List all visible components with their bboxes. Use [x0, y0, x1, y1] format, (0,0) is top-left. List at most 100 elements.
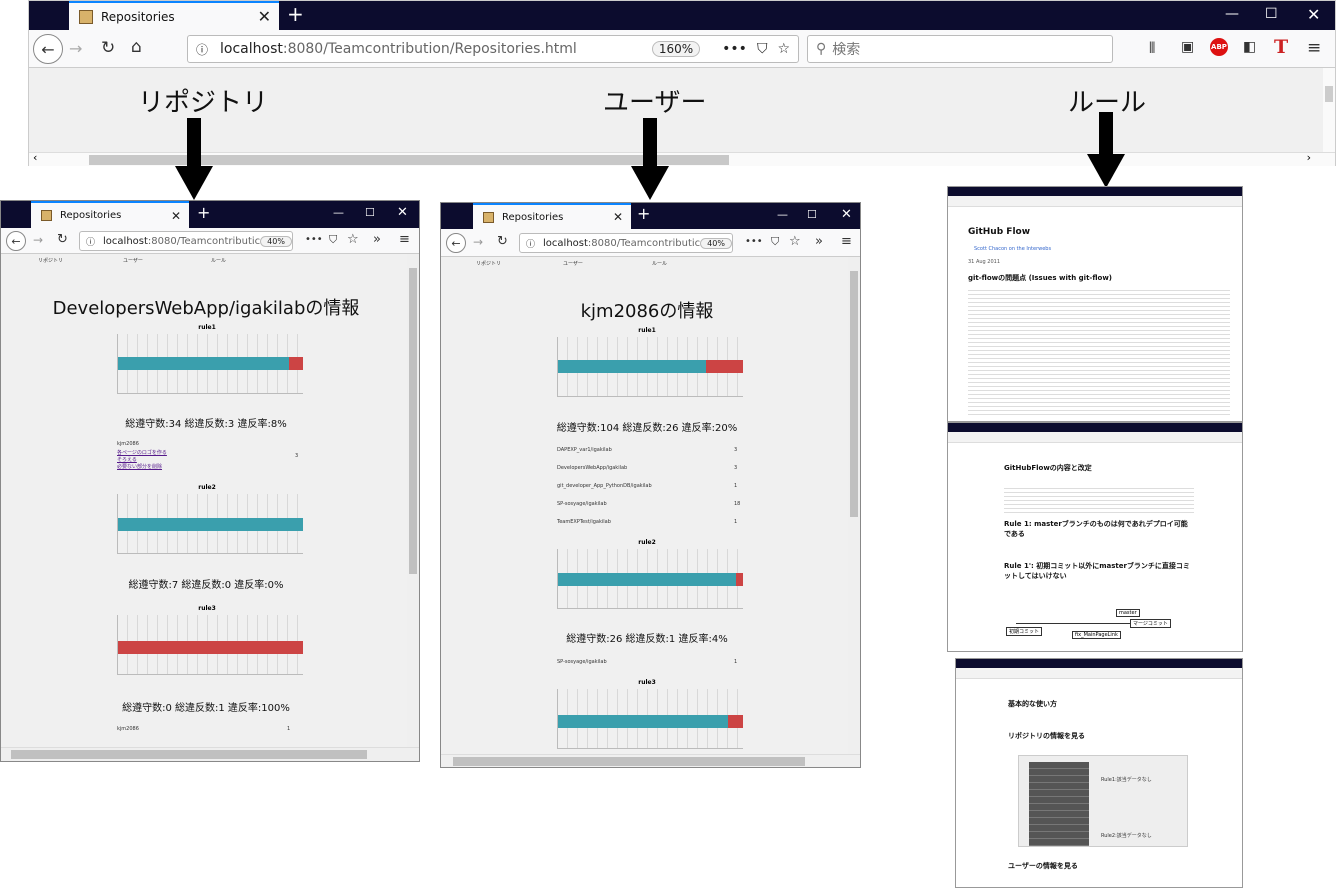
scroll-right-icon[interactable]: › — [1307, 151, 1311, 164]
t-extension-icon[interactable]: T — [1274, 36, 1288, 58]
repo-vscroll-thumb[interactable] — [409, 268, 417, 574]
user-hscrollbar[interactable] — [441, 754, 860, 767]
label-repository: リポジトリ — [138, 88, 269, 118]
user-block-count: 3 — [295, 453, 299, 459]
main-tab[interactable]: Repositories ✕ — [69, 1, 279, 30]
forward-icon[interactable]: → — [69, 39, 82, 58]
arrow-user-head — [631, 166, 669, 200]
close-window-icon[interactable]: ✕ — [841, 207, 852, 222]
nav-link-user[interactable]: ユーザー — [123, 257, 143, 264]
repo-tab[interactable]: Repositories ✕ — [31, 201, 189, 228]
back-button[interactable]: ← — [446, 233, 466, 253]
commit-link-3[interactable]: 必要ない部分を削除 — [117, 463, 162, 470]
sidebar-icon[interactable]: ◧ — [1243, 39, 1256, 55]
bookmark-star-icon[interactable]: ☆ — [777, 41, 790, 57]
nav-link-rule[interactable]: ルール — [652, 260, 667, 267]
nav-link-repository[interactable]: リポジトリ — [476, 260, 501, 267]
violation-bar — [706, 360, 743, 373]
user-hscroll-thumb[interactable] — [453, 757, 805, 766]
bookmark-star-icon[interactable]: ☆ — [789, 234, 801, 249]
nav-link-rule[interactable]: ルール — [211, 257, 226, 264]
pocket-icon[interactable]: ⛉ — [757, 41, 768, 57]
branch-diagram: master マージコミット 初期コミット fix_MainPageLink — [1006, 605, 1176, 639]
main-url-bar[interactable]: ⓘ localhost :8080/Teamcontribution/Repos… — [187, 35, 799, 63]
reload-icon[interactable]: ↻ — [101, 38, 115, 58]
more-icon[interactable]: ••• — [722, 41, 747, 57]
adblock-icon[interactable]: ABP — [1210, 38, 1228, 56]
main-hscroll-thumb[interactable] — [89, 155, 729, 165]
main-vscrollbar[interactable] — [1323, 68, 1335, 153]
forward-icon[interactable]: → — [33, 233, 43, 247]
back-button[interactable]: ← — [6, 231, 26, 251]
back-button[interactable]: ← — [33, 34, 63, 64]
home-icon[interactable]: ⌂ — [131, 37, 142, 57]
main-vscroll-thumb[interactable] — [1325, 86, 1333, 102]
repo-row-4-name: SP-sosyage/igakilab — [557, 501, 607, 507]
menu-icon[interactable]: ≡ — [841, 234, 852, 249]
favicon-icon — [79, 9, 93, 24]
commit-link-1[interactable]: 各ページのロゴを作る — [117, 449, 167, 456]
doc2-nav-bar — [948, 432, 1242, 443]
extension-icon[interactable]: ▣ — [1181, 39, 1194, 55]
user-tab-bar: Repositories ✕ + — ☐ ✕ — [441, 203, 860, 229]
user-vscrollbar[interactable] — [848, 257, 860, 754]
nav-link-repository[interactable]: リポジトリ — [38, 257, 63, 264]
compliant-bar — [118, 357, 289, 370]
commit-link-2[interactable]: そろえる — [117, 456, 137, 463]
close-tab-icon[interactable]: ✕ — [613, 210, 623, 224]
overflow-icon[interactable]: » — [373, 232, 381, 247]
reload-icon[interactable]: ↻ — [497, 234, 508, 249]
zoom-indicator[interactable]: 160% — [651, 41, 701, 57]
minimize-icon[interactable]: — — [777, 208, 788, 221]
menu-icon[interactable]: ≡ — [399, 232, 410, 247]
user-rule2-chart: rule2 — [541, 539, 753, 629]
close-tab-icon[interactable]: ✕ — [171, 209, 181, 223]
rule2-repo-name: SP-sosyage/igakilab — [557, 659, 607, 665]
user-tab[interactable]: Repositories ✕ — [473, 203, 631, 229]
repo-vscrollbar[interactable] — [407, 254, 419, 749]
repo-url-bar[interactable]: ⓘ localhost :8080/Teamcontributic 40% — [79, 231, 293, 251]
main-hscrollbar[interactable]: ‹ › — [29, 151, 1335, 166]
minimize-icon[interactable]: — — [333, 206, 344, 219]
user-nav-bar: ← → ↻ ⓘ localhost :8080/Teamcontributic … — [441, 229, 860, 257]
more-icon[interactable]: ••• — [305, 234, 323, 245]
new-tab-icon[interactable]: + — [287, 2, 304, 26]
zoom-indicator[interactable]: 40% — [700, 237, 732, 249]
close-tab-icon[interactable]: ✕ — [258, 7, 271, 26]
nav-link-user[interactable]: ユーザー — [563, 260, 583, 267]
maximize-icon[interactable]: ☐ — [365, 206, 375, 219]
violation-bar — [736, 573, 743, 586]
doc1-title: GitHub Flow — [968, 227, 1031, 237]
minimize-icon[interactable]: — — [1225, 6, 1239, 22]
scroll-left-icon[interactable]: ‹ — [33, 151, 37, 164]
library-icon[interactable]: ⫴ — [1149, 39, 1155, 57]
doc3-nav-bar — [956, 668, 1242, 679]
overflow-icon[interactable]: » — [815, 234, 823, 249]
user-vscroll-thumb[interactable] — [850, 271, 858, 517]
doc1-author[interactable]: Scott Chacon on the Interwebs — [974, 246, 1051, 253]
repo-hscroll-thumb[interactable] — [11, 750, 367, 759]
zoom-indicator[interactable]: 40% — [260, 235, 292, 247]
maximize-icon[interactable]: ☐ — [807, 208, 817, 221]
menu-icon[interactable]: ≡ — [1307, 38, 1321, 58]
forward-icon[interactable]: → — [473, 235, 483, 249]
new-tab-icon[interactable]: + — [637, 204, 650, 223]
repo-hscrollbar[interactable] — [1, 747, 419, 761]
reload-icon[interactable]: ↻ — [57, 232, 68, 247]
maximize-icon[interactable]: ☐ — [1265, 6, 1278, 22]
chart-title: rule3 — [198, 605, 216, 612]
repository-window: Repositories ✕ + — ☐ ✕ ← → ↻ ⓘ localhost… — [0, 200, 420, 762]
new-tab-icon[interactable]: + — [197, 203, 210, 222]
doc2-rule1: Rule 1: masterブランチのものは何であれデプロイ可能である — [1004, 520, 1188, 538]
doc1-date: 31 Aug 2011 — [968, 259, 1001, 265]
more-icon[interactable]: ••• — [745, 236, 763, 247]
bookmark-star-icon[interactable]: ☆ — [347, 232, 359, 247]
main-search-bar[interactable]: ⚲ 検索 — [807, 35, 1113, 63]
close-window-icon[interactable]: ✕ — [1307, 5, 1320, 24]
doc3-tab-bar — [956, 659, 1242, 668]
pocket-icon[interactable]: ⛉ — [329, 233, 337, 247]
close-window-icon[interactable]: ✕ — [397, 205, 408, 220]
user-url-bar[interactable]: ⓘ localhost :8080/Teamcontributic 40% — [519, 233, 733, 253]
url-host: localhost — [543, 237, 588, 249]
pocket-icon[interactable]: ⛉ — [771, 235, 779, 249]
